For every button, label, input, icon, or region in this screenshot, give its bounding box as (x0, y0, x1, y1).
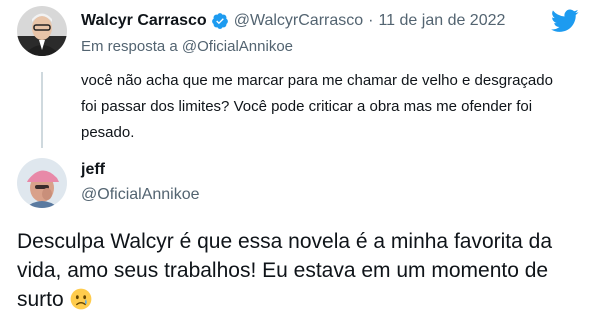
avatar-walcyr[interactable] (17, 6, 67, 56)
verified-badge-icon (211, 12, 229, 30)
tweet-2-header: jeff @OficialAnnikoe (81, 159, 200, 207)
tweet-2-body: Desculpa Walcyr é que essa novela é a mi… (17, 227, 587, 314)
tweet-2-text: Desculpa Walcyr é que essa novela é a mi… (17, 230, 553, 311)
reply-mention-link[interactable]: @OficialAnnikoe (182, 38, 293, 55)
separator-dot: · (368, 12, 374, 29)
author-name-2[interactable]: jeff (81, 159, 200, 181)
tweet-1-body: você não acha que me marcar para me cham… (81, 72, 553, 141)
tweet-date[interactable]: 11 de jan de 2022 (378, 12, 505, 30)
thread-connector-line (41, 72, 43, 148)
author-name[interactable]: Walcyr Carrasco (81, 12, 207, 30)
author-handle-2[interactable]: @OficialAnnikoe (81, 183, 200, 207)
crying-face-icon (70, 288, 92, 310)
reply-prefix: Em resposta a (81, 38, 178, 55)
author-handle[interactable]: @WalcyrCarrasco (234, 12, 363, 30)
twitter-bird-icon (551, 9, 579, 33)
avatar-jeff[interactable] (17, 158, 67, 208)
reply-context: Em resposta a @OficialAnnikoe (81, 38, 293, 55)
tweet-1-header: Walcyr Carrasco @WalcyrCarrasco · 11 de … (81, 9, 505, 33)
